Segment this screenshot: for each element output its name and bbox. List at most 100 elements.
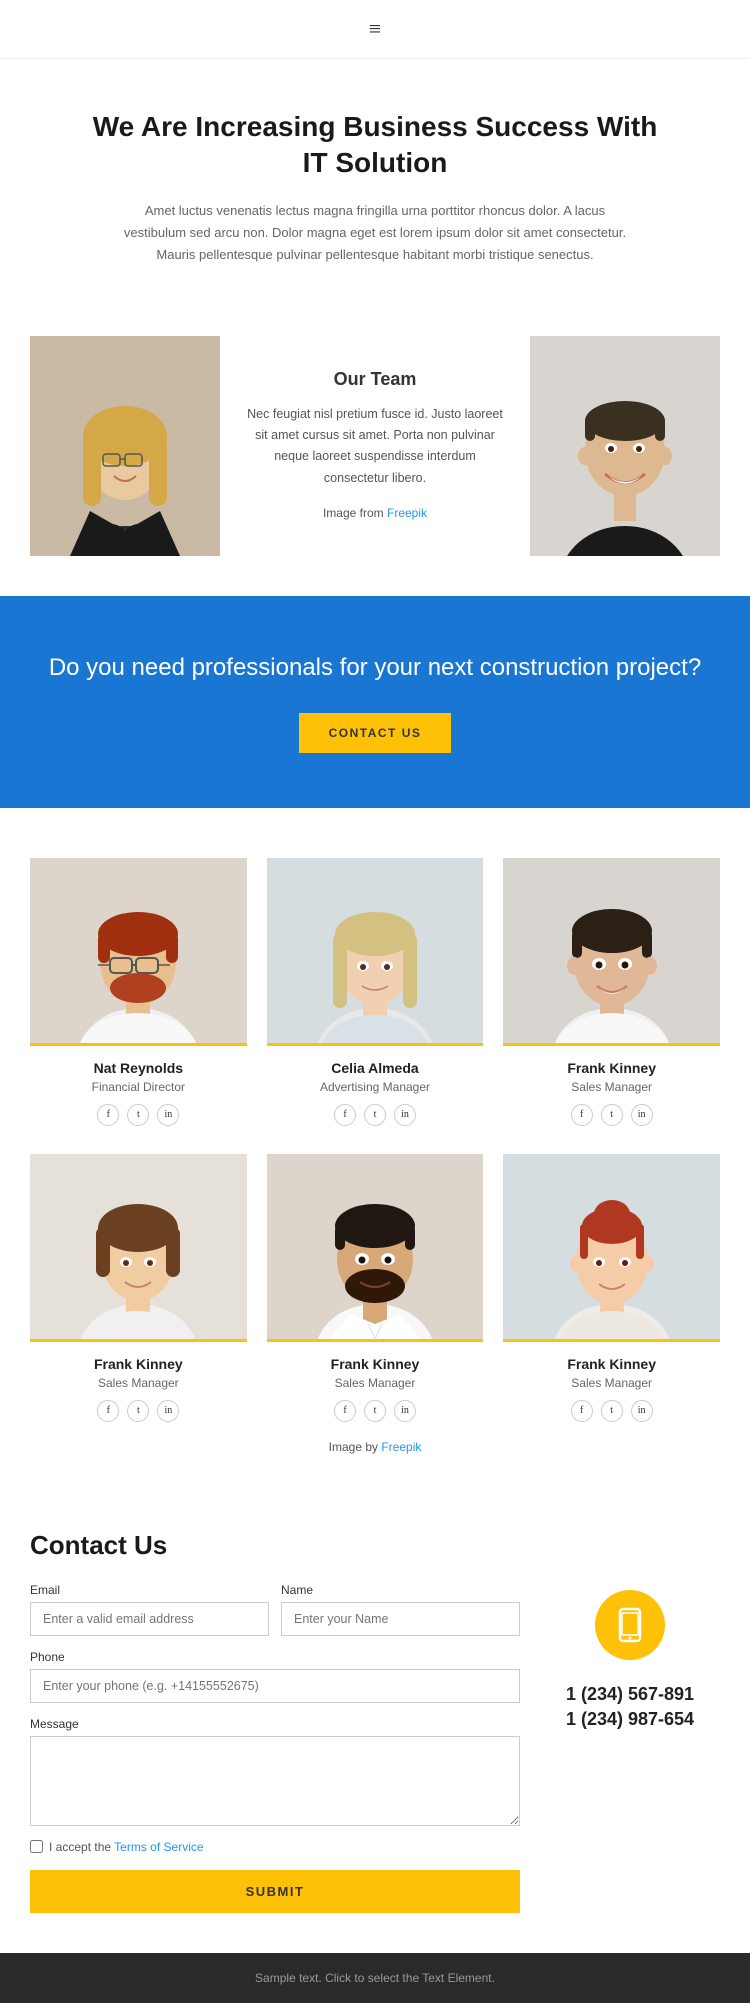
- staff-title-3: Sales Manager: [38, 1376, 239, 1390]
- form-group-phone: Phone: [30, 1650, 520, 1703]
- phone-number-2: 1 (234) 987-654: [566, 1707, 694, 1732]
- staff-card-3: Frank Kinney Sales Manager f t in: [30, 1154, 247, 1430]
- facebook-icon-0[interactable]: f: [97, 1104, 119, 1126]
- staff-photo-2: [503, 858, 720, 1043]
- staff-name-3: Frank Kinney: [38, 1356, 239, 1372]
- staff-photo-5: [503, 1154, 720, 1339]
- instagram-icon-0[interactable]: in: [157, 1104, 179, 1126]
- staff-social-5: f t in: [511, 1400, 712, 1422]
- contact-section: Contact Us Email Name Phone Message I ac…: [0, 1480, 750, 1953]
- instagram-icon-2[interactable]: in: [631, 1104, 653, 1126]
- footer-text: Sample text. Click to select the Text El…: [0, 1953, 750, 2003]
- staff-info-1: Celia Almeda Advertising Manager f t in: [267, 1043, 484, 1134]
- navbar: ≡: [0, 0, 750, 59]
- message-label: Message: [30, 1717, 520, 1731]
- team-image-credit: Image from Freepik: [245, 503, 505, 523]
- freepik-link[interactable]: Freepik: [387, 506, 427, 520]
- form-row-email-name: Email Name: [30, 1583, 520, 1636]
- phone-number-1: 1 (234) 567-891: [566, 1682, 694, 1707]
- twitter-icon-5[interactable]: t: [601, 1400, 623, 1422]
- team-photo-female: [30, 336, 220, 556]
- staff-title-1: Advertising Manager: [275, 1080, 476, 1094]
- staff-grid-row2: Frank Kinney Sales Manager f t in: [30, 1154, 720, 1430]
- staff-title-2: Sales Manager: [511, 1080, 712, 1094]
- staff-title-0: Financial Director: [38, 1080, 239, 1094]
- staff-social-2: f t in: [511, 1104, 712, 1126]
- phone-numbers: 1 (234) 567-891 1 (234) 987-654: [566, 1682, 694, 1732]
- hero-description: Amet luctus venenatis lectus magna fring…: [115, 200, 635, 266]
- facebook-icon-2[interactable]: f: [571, 1104, 593, 1126]
- instagram-icon-4[interactable]: in: [394, 1400, 416, 1422]
- freepik-link-2[interactable]: Freepik: [381, 1440, 421, 1454]
- name-input[interactable]: [281, 1602, 520, 1636]
- facebook-icon-5[interactable]: f: [571, 1400, 593, 1422]
- staff-info-2: Frank Kinney Sales Manager f t in: [503, 1043, 720, 1134]
- staff-social-3: f t in: [38, 1400, 239, 1422]
- instagram-icon-3[interactable]: in: [157, 1400, 179, 1422]
- hero-section: We Are Increasing Business Success With …: [0, 59, 750, 306]
- contact-form: Contact Us Email Name Phone Message I ac…: [30, 1530, 520, 1913]
- terms-row: I accept the Terms of Service: [30, 1840, 520, 1854]
- staff-photo-3: [30, 1154, 247, 1339]
- facebook-icon-1[interactable]: f: [334, 1104, 356, 1126]
- phone-input[interactable]: [30, 1669, 520, 1703]
- staff-info-5: Frank Kinney Sales Manager f t in: [503, 1339, 720, 1430]
- contact-right: 1 (234) 567-891 1 (234) 987-654: [540, 1530, 720, 1913]
- team-description: Nec feugiat nisl pretium fusce id. Justo…: [245, 404, 505, 489]
- twitter-icon-4[interactable]: t: [364, 1400, 386, 1422]
- staff-info-0: Nat Reynolds Financial Director f t in: [30, 1043, 247, 1134]
- menu-icon[interactable]: ≡: [369, 16, 381, 42]
- submit-button[interactable]: SUBMIT: [30, 1870, 520, 1913]
- team-center: Our Team Nec feugiat nisl pretium fusce …: [220, 336, 530, 556]
- cta-title: Do you need professionals for your next …: [40, 651, 710, 685]
- team-photo-male: [530, 336, 720, 556]
- cta-banner: Do you need professionals for your next …: [0, 596, 750, 808]
- phone-icon-circle: [595, 1590, 665, 1660]
- staff-social-1: f t in: [275, 1104, 476, 1126]
- image-by-text: Image by Freepik: [329, 1440, 422, 1454]
- contact-us-button[interactable]: CONTACT US: [299, 713, 452, 753]
- staff-info-3: Frank Kinney Sales Manager f t in: [30, 1339, 247, 1430]
- instagram-icon-1[interactable]: in: [394, 1104, 416, 1126]
- phone-label: Phone: [30, 1650, 520, 1664]
- staff-info-4: Frank Kinney Sales Manager f t in: [267, 1339, 484, 1430]
- form-group-email: Email: [30, 1583, 269, 1636]
- terms-label: I accept the Terms of Service: [49, 1840, 204, 1854]
- contact-title: Contact Us: [30, 1530, 520, 1561]
- staff-photo-0: [30, 858, 247, 1043]
- terms-link[interactable]: Terms of Service: [114, 1840, 203, 1854]
- facebook-icon-3[interactable]: f: [97, 1400, 119, 1422]
- staff-social-0: f t in: [38, 1104, 239, 1126]
- staff-name-0: Nat Reynolds: [38, 1060, 239, 1076]
- email-label: Email: [30, 1583, 269, 1597]
- instagram-icon-5[interactable]: in: [631, 1400, 653, 1422]
- staff-title-4: Sales Manager: [275, 1376, 476, 1390]
- staff-title-5: Sales Manager: [511, 1376, 712, 1390]
- staff-photo-4: [267, 1154, 484, 1339]
- twitter-icon-0[interactable]: t: [127, 1104, 149, 1126]
- twitter-icon-1[interactable]: t: [364, 1104, 386, 1126]
- phone-icon: [612, 1607, 648, 1643]
- image-by-row: Image by Freepik: [30, 1430, 720, 1460]
- staff-social-4: f t in: [275, 1400, 476, 1422]
- team-heading: Our Team: [245, 369, 505, 390]
- staff-card-2: Frank Kinney Sales Manager f t in: [503, 858, 720, 1134]
- hero-title: We Are Increasing Business Success With …: [80, 109, 670, 182]
- footer: Sample text. Click to select the Text El…: [0, 1953, 750, 2003]
- name-label: Name: [281, 1583, 520, 1597]
- email-input[interactable]: [30, 1602, 269, 1636]
- facebook-icon-4[interactable]: f: [334, 1400, 356, 1422]
- form-group-name: Name: [281, 1583, 520, 1636]
- team-section: Our Team Nec feugiat nisl pretium fusce …: [30, 336, 720, 556]
- terms-checkbox[interactable]: [30, 1840, 43, 1853]
- staff-card-5: Frank Kinney Sales Manager f t in: [503, 1154, 720, 1430]
- staff-card-0: Nat Reynolds Financial Director f t in: [30, 858, 247, 1134]
- staff-name-2: Frank Kinney: [511, 1060, 712, 1076]
- twitter-icon-3[interactable]: t: [127, 1400, 149, 1422]
- staff-grid-row1: Nat Reynolds Financial Director f t in: [30, 858, 720, 1134]
- twitter-icon-2[interactable]: t: [601, 1104, 623, 1126]
- staff-photo-1: [267, 858, 484, 1043]
- staff-section: Nat Reynolds Financial Director f t in: [0, 808, 750, 1480]
- staff-name-4: Frank Kinney: [275, 1356, 476, 1372]
- message-textarea[interactable]: [30, 1736, 520, 1826]
